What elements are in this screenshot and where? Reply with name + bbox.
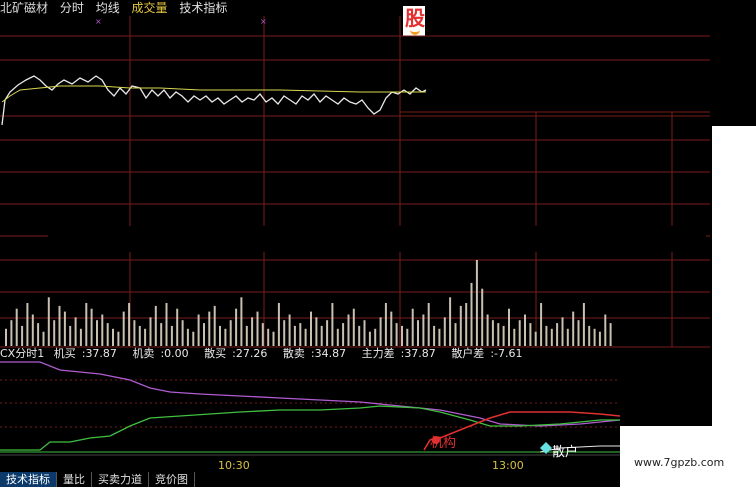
volume-bars bbox=[5, 260, 612, 346]
tab-maimailidao[interactable]: 买卖力道 bbox=[92, 472, 149, 487]
annotation-sanhu: 散户 bbox=[552, 445, 579, 460]
marker-x: × bbox=[95, 17, 102, 26]
tab-liangbi[interactable]: 量比 bbox=[57, 472, 92, 487]
marker-x: × bbox=[260, 17, 267, 26]
legend-jimai: 机买:37.87 bbox=[53, 347, 117, 360]
tab-jishuzhibiao[interactable]: 技术指标 bbox=[0, 472, 57, 487]
purple-line bbox=[0, 361, 621, 427]
legend-sanmaichu: 散卖:34.87 bbox=[282, 347, 347, 360]
masked-band bbox=[48, 226, 706, 252]
bottom-tabs: 技术指标 量比 买卖力道 竞价图 bbox=[0, 472, 195, 487]
annotation-jigou: 机构 bbox=[430, 436, 457, 451]
indicator-legend: CX分时1 机买:37.87 机卖:0.00 散买:27.26 散卖:34.87… bbox=[0, 347, 535, 361]
x-tick-1300: 13:00 bbox=[492, 459, 524, 472]
legend-jimaichu: 机卖:0.00 bbox=[132, 347, 189, 360]
price-line bbox=[1, 75, 427, 126]
indicator-name: CX分时1 bbox=[0, 347, 45, 360]
legend-sanhucha: 散户差:-7.61 bbox=[451, 347, 523, 360]
right-panel-blank bbox=[712, 126, 756, 430]
watermark: www.7gpzb.com bbox=[634, 456, 725, 469]
x-tick-1030: 10:30 bbox=[218, 459, 250, 472]
legend-sanmai: 散买:27.26 bbox=[204, 347, 268, 360]
tab-jingjiatu[interactable]: 竞价图 bbox=[149, 472, 195, 487]
legend-zhulicha: 主力差:37.87 bbox=[361, 347, 436, 360]
